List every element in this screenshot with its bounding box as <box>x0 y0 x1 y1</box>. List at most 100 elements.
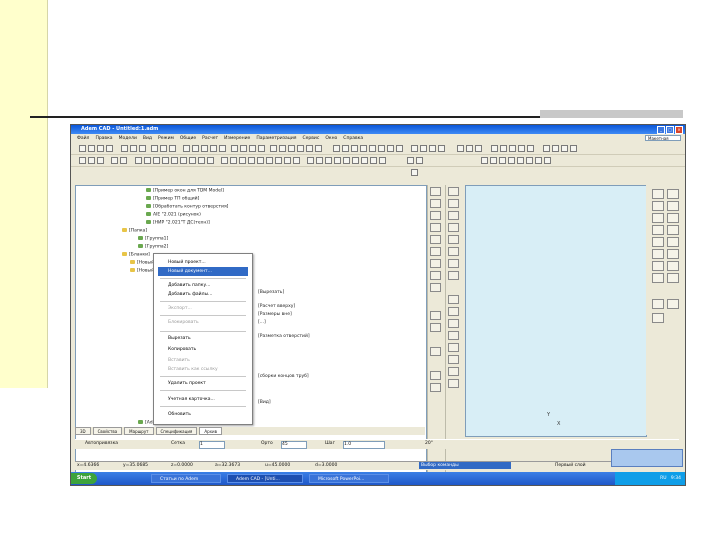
tree-row[interactable]: [Вырезать] <box>258 290 284 297</box>
tool-icon[interactable] <box>652 189 664 199</box>
mod-c-icon[interactable] <box>499 157 506 164</box>
polyline-icon[interactable] <box>180 157 187 164</box>
autosnap-checkbox[interactable]: Автопривязка <box>85 441 118 446</box>
zoom-icon[interactable] <box>192 145 199 152</box>
tree-row[interactable]: [Разметка отверстий] <box>258 334 310 341</box>
tool-icon[interactable] <box>430 347 441 356</box>
tool-icon[interactable] <box>430 223 441 232</box>
tool-j-icon[interactable] <box>360 145 367 152</box>
grid-icon[interactable] <box>240 145 247 152</box>
tool-icon[interactable] <box>448 343 459 352</box>
tool-icon[interactable] <box>448 187 459 196</box>
tool-t-icon[interactable] <box>466 145 473 152</box>
mod-h-icon[interactable] <box>544 157 551 164</box>
tool-m-icon[interactable] <box>387 145 394 152</box>
edit-h-icon[interactable] <box>370 157 377 164</box>
zoom-out-icon[interactable] <box>97 157 104 164</box>
mod-b-icon[interactable] <box>490 157 497 164</box>
menu-file[interactable]: Файл <box>77 136 89 141</box>
close-button[interactable]: × <box>675 126 683 134</box>
tab-specification[interactable]: Спецификация <box>155 427 198 435</box>
start-button[interactable]: Start <box>71 473 97 484</box>
snap-a-icon[interactable] <box>221 157 228 164</box>
ortho-checkbox[interactable]: Орто <box>261 441 273 446</box>
tool-o-icon[interactable] <box>411 145 418 152</box>
tool-v-icon[interactable] <box>491 145 498 152</box>
edit-a-icon[interactable] <box>307 157 314 164</box>
ctx-new-document[interactable]: Новый документ... <box>158 267 248 276</box>
snap-h-icon[interactable] <box>284 157 291 164</box>
menu-measure[interactable]: Измерение <box>224 136 250 141</box>
spline-icon[interactable] <box>171 157 178 164</box>
tool-z-icon[interactable] <box>527 145 534 152</box>
tree-row[interactable]: [Группа1] <box>138 236 168 243</box>
tool-n-icon[interactable] <box>396 145 403 152</box>
tool-icon[interactable] <box>430 283 441 292</box>
undo-icon[interactable] <box>130 145 137 152</box>
tool-e-icon[interactable] <box>306 145 313 152</box>
tool-k-icon[interactable] <box>369 145 376 152</box>
dimension-icon[interactable] <box>207 157 214 164</box>
tool-icon[interactable] <box>652 237 664 247</box>
tool-icon[interactable] <box>667 273 679 283</box>
tool-q-icon[interactable] <box>429 145 436 152</box>
snap-e-icon[interactable] <box>257 157 264 164</box>
tool-icon[interactable] <box>430 323 441 332</box>
tool-icon[interactable] <box>430 271 441 280</box>
tool-icon[interactable] <box>652 213 664 223</box>
print-icon[interactable] <box>106 145 113 152</box>
tool-i-icon[interactable] <box>351 145 358 152</box>
ctx-refresh[interactable]: Обновить <box>158 410 248 419</box>
tree-row[interactable]: [сборки концов труб] <box>258 374 309 381</box>
snap-i-icon[interactable] <box>293 157 300 164</box>
edit-j-icon[interactable] <box>407 157 414 164</box>
ctx-paste-link[interactable]: Вставить как ссылку <box>158 365 248 374</box>
tool-icon[interactable] <box>667 189 679 199</box>
mod-d-icon[interactable] <box>508 157 515 164</box>
tab-route[interactable]: Маршрут <box>124 427 154 435</box>
ctx-add-folder[interactable]: Добавить папку... <box>158 281 248 290</box>
calc-icon[interactable] <box>258 145 265 152</box>
snap-g-icon[interactable] <box>275 157 282 164</box>
ctx-export[interactable]: Экспорт... <box>158 304 248 313</box>
edit-c-icon[interactable] <box>325 157 332 164</box>
fit-icon[interactable] <box>219 145 226 152</box>
ctx-copy[interactable]: Копировать <box>158 345 248 354</box>
tab-properties[interactable]: Свойства <box>92 427 123 435</box>
new-file-icon[interactable] <box>79 145 86 152</box>
tab-archive[interactable]: Архив <box>199 427 222 435</box>
save-icon[interactable] <box>97 145 104 152</box>
menu-view[interactable]: Вид <box>143 136 152 141</box>
tool-c-icon[interactable] <box>288 145 295 152</box>
tool-l-icon[interactable] <box>378 145 385 152</box>
tool-icon[interactable] <box>667 299 679 309</box>
grid-value-combo[interactable]: 1 <box>199 441 225 449</box>
tool-g-icon[interactable] <box>333 145 340 152</box>
tool-icon[interactable] <box>652 261 664 271</box>
ctx-paste[interactable]: Вставить <box>158 356 248 365</box>
hatch-icon[interactable] <box>189 157 196 164</box>
tool-icon[interactable] <box>667 225 679 235</box>
copy-icon[interactable] <box>160 145 167 152</box>
task-powerpoint[interactable]: Microsoft PowerPoi... <box>309 474 389 483</box>
edit-f-icon[interactable] <box>352 157 359 164</box>
mod-e-icon[interactable] <box>517 157 524 164</box>
tool-icon[interactable] <box>430 311 441 320</box>
tree-row[interactable]: [Размеры вне] <box>258 312 292 319</box>
open-file-icon[interactable] <box>88 145 95 152</box>
tool-icon[interactable] <box>448 247 459 256</box>
text-icon[interactable] <box>198 157 205 164</box>
layout-combo[interactable]: Макетная <box>645 135 681 141</box>
tool-icon[interactable] <box>448 379 459 388</box>
tool-icon[interactable] <box>652 273 664 283</box>
tool-icon[interactable] <box>448 271 459 280</box>
tree-row[interactable]: [Обработать контур отверстия] <box>146 204 228 211</box>
tool-w-icon[interactable] <box>500 145 507 152</box>
tool-icon[interactable] <box>430 247 441 256</box>
tool-s-icon[interactable] <box>457 145 464 152</box>
tree-row[interactable]: [Расчет вверху] <box>258 304 295 311</box>
tree-row[interactable]: [...] <box>258 320 266 327</box>
tool-icon[interactable] <box>448 199 459 208</box>
snap-f-icon[interactable] <box>266 157 273 164</box>
ctx-add-files[interactable]: Добавить файлы... <box>158 290 248 299</box>
